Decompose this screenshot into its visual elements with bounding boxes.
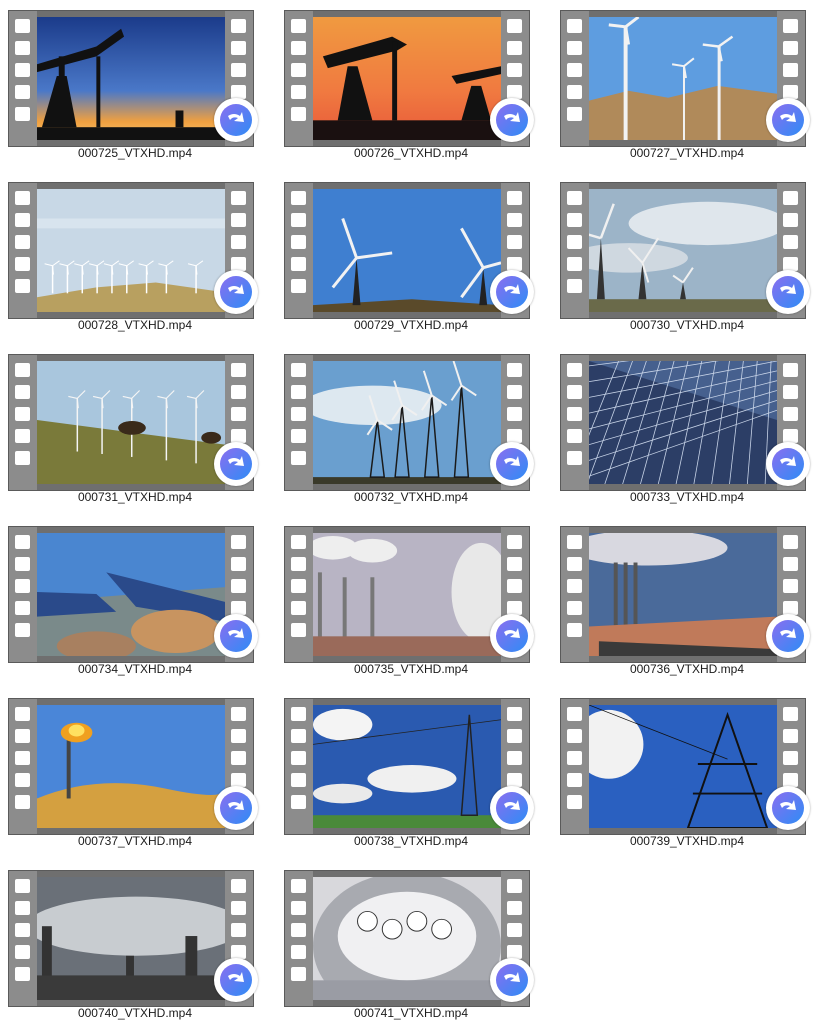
video-player-arrow-icon xyxy=(214,614,258,658)
filmstrip-perforation xyxy=(285,527,313,662)
file-item[interactable]: 000732_VTXHD.mp4 xyxy=(276,344,546,512)
filmstrip-perforation xyxy=(285,183,313,318)
video-player-arrow-icon xyxy=(766,614,810,658)
file-name[interactable]: 000733_VTXHD.mp4 xyxy=(552,489,815,505)
filmstrip-perforation xyxy=(285,699,313,834)
filmstrip-perforation xyxy=(561,11,589,146)
file-item[interactable]: 000739_VTXHD.mp4 xyxy=(552,688,815,856)
file-name[interactable]: 000737_VTXHD.mp4 xyxy=(0,833,270,849)
file-name[interactable]: 000732_VTXHD.mp4 xyxy=(276,489,546,505)
video-player-arrow-icon xyxy=(490,614,534,658)
video-player-arrow-icon xyxy=(766,442,810,486)
video-player-arrow-icon xyxy=(490,270,534,314)
filmstrip-perforation xyxy=(9,527,37,662)
file-name[interactable]: 000726_VTXHD.mp4 xyxy=(276,145,546,161)
file-item[interactable]: 000727_VTXHD.mp4 xyxy=(552,0,815,168)
filmstrip-perforation xyxy=(9,183,37,318)
file-item[interactable]: 000741_VTXHD.mp4 xyxy=(276,860,546,1028)
video-player-arrow-icon xyxy=(214,442,258,486)
wind-turbines-blue-sky-thumbnail xyxy=(313,189,501,312)
video-player-arrow-icon xyxy=(766,270,810,314)
file-name[interactable]: 000738_VTXHD.mp4 xyxy=(276,833,546,849)
file-name[interactable]: 000725_VTXHD.mp4 xyxy=(0,145,270,161)
file-item[interactable]: 000735_VTXHD.mp4 xyxy=(276,516,546,684)
transmission-tower-sky-thumbnail xyxy=(589,705,777,828)
filmstrip-perforation xyxy=(561,355,589,490)
file-grid: 000725_VTXHD.mp4 000726_VTXHD.mp4 000727… xyxy=(0,0,815,1030)
file-item[interactable]: 000734_VTXHD.mp4 xyxy=(0,516,270,684)
electric-meter-thumbnail xyxy=(313,877,501,1000)
solar-array-rocks-thumbnail xyxy=(37,533,225,656)
file-item[interactable]: 000738_VTXHD.mp4 xyxy=(276,688,546,856)
file-name[interactable]: 000728_VTXHD.mp4 xyxy=(0,317,270,333)
file-name[interactable]: 000740_VTXHD.mp4 xyxy=(0,1005,270,1021)
file-name[interactable]: 000727_VTXHD.mp4 xyxy=(552,145,815,161)
video-player-arrow-icon xyxy=(766,98,810,142)
filmstrip-perforation xyxy=(285,871,313,1006)
file-item[interactable]: 000726_VTXHD.mp4 xyxy=(276,0,546,168)
file-name[interactable]: 000735_VTXHD.mp4 xyxy=(276,661,546,677)
power-plant-smokestacks-thumbnail xyxy=(313,533,501,656)
wind-turbines-cloudy-thumbnail xyxy=(589,189,777,312)
gas-flare-desert-thumbnail xyxy=(37,705,225,828)
lattice-wind-turbines-thumbnail xyxy=(313,361,501,484)
industrial-plant-smoke-thumbnail xyxy=(37,877,225,1000)
file-item[interactable]: 000729_VTXHD.mp4 xyxy=(276,172,546,340)
file-name[interactable]: 000734_VTXHD.mp4 xyxy=(0,661,270,677)
video-player-arrow-icon xyxy=(214,98,258,142)
filmstrip-perforation xyxy=(561,699,589,834)
file-item[interactable]: 000725_VTXHD.mp4 xyxy=(0,0,270,168)
oil-pump-sunset-thumbnail xyxy=(37,17,225,140)
video-player-arrow-icon xyxy=(214,958,258,1002)
video-player-arrow-icon xyxy=(490,786,534,830)
filmstrip-perforation xyxy=(561,183,589,318)
file-item[interactable]: 000730_VTXHD.mp4 xyxy=(552,172,815,340)
solar-panel-closeup-thumbnail xyxy=(589,361,777,484)
video-player-arrow-icon xyxy=(490,98,534,142)
video-player-arrow-icon xyxy=(766,786,810,830)
filmstrip-perforation xyxy=(561,527,589,662)
power-plant-road-thumbnail xyxy=(589,533,777,656)
file-name[interactable]: 000741_VTXHD.mp4 xyxy=(276,1005,546,1021)
filmstrip-perforation xyxy=(9,355,37,490)
filmstrip-perforation xyxy=(285,355,313,490)
filmstrip-perforation xyxy=(9,11,37,146)
file-item[interactable]: 000737_VTXHD.mp4 xyxy=(0,688,270,856)
file-name[interactable]: 000730_VTXHD.mp4 xyxy=(552,317,815,333)
power-lines-clouds-thumbnail xyxy=(313,705,501,828)
video-player-arrow-icon xyxy=(490,958,534,1002)
video-player-arrow-icon xyxy=(214,270,258,314)
file-item[interactable]: 000728_VTXHD.mp4 xyxy=(0,172,270,340)
video-player-arrow-icon xyxy=(490,442,534,486)
wind-turbines-desert-thumbnail xyxy=(589,17,777,140)
file-item[interactable]: 000740_VTXHD.mp4 xyxy=(0,860,270,1028)
filmstrip-perforation xyxy=(9,871,37,1006)
file-item[interactable]: 000736_VTXHD.mp4 xyxy=(552,516,815,684)
file-name[interactable]: 000729_VTXHD.mp4 xyxy=(276,317,546,333)
cows-wind-turbines-thumbnail xyxy=(37,361,225,484)
file-name[interactable]: 000731_VTXHD.mp4 xyxy=(0,489,270,505)
oil-pumps-orange-sky-thumbnail xyxy=(313,17,501,140)
file-name[interactable]: 000736_VTXHD.mp4 xyxy=(552,661,815,677)
file-item[interactable]: 000731_VTXHD.mp4 xyxy=(0,344,270,512)
wind-farm-hills-thumbnail xyxy=(37,189,225,312)
file-item[interactable]: 000733_VTXHD.mp4 xyxy=(552,344,815,512)
filmstrip-perforation xyxy=(9,699,37,834)
file-name[interactable]: 000739_VTXHD.mp4 xyxy=(552,833,815,849)
video-player-arrow-icon xyxy=(214,786,258,830)
filmstrip-perforation xyxy=(285,11,313,146)
